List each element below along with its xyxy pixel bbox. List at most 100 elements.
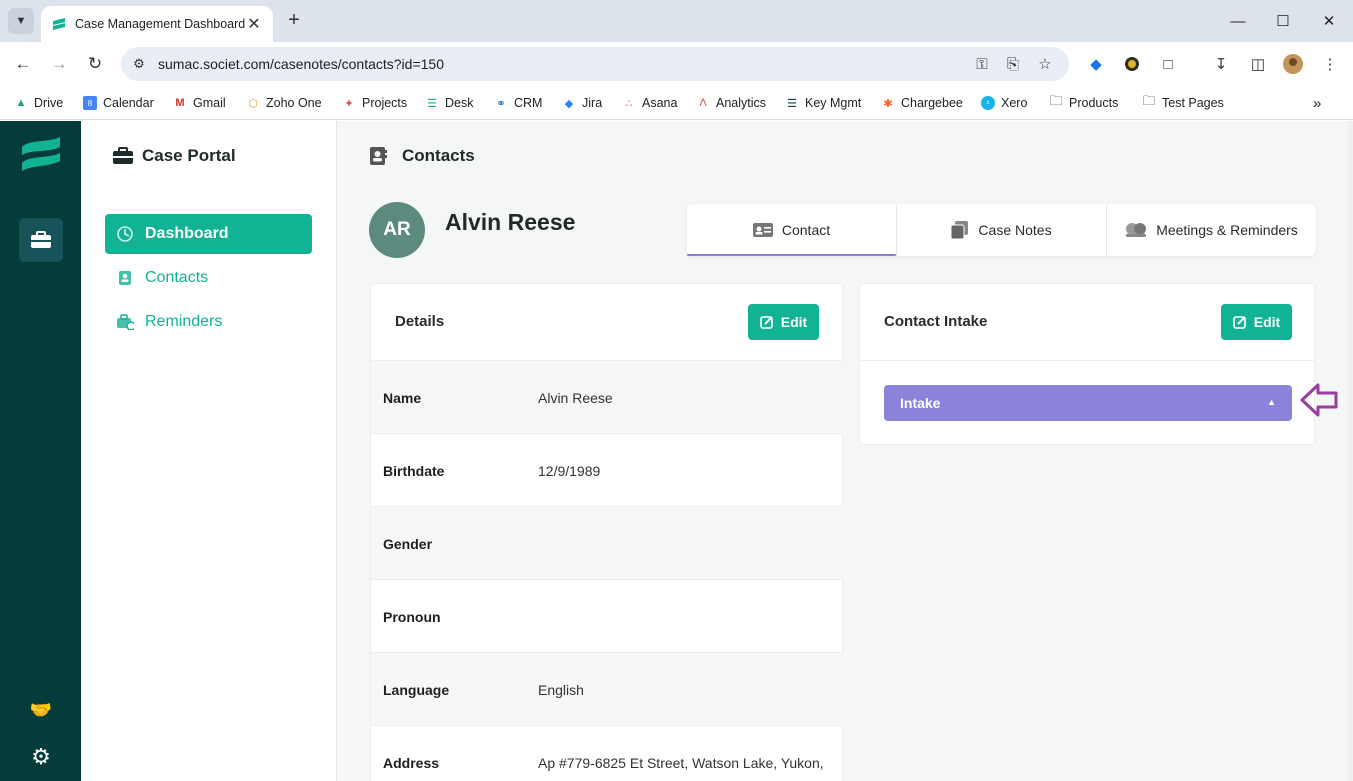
sidebar-item-contacts[interactable]: Contacts bbox=[105, 258, 312, 298]
contact-name: Alvin Reese bbox=[445, 209, 576, 235]
detail-row-name: Name Alvin Reese bbox=[371, 361, 843, 434]
maximize-icon[interactable]: ☐ bbox=[1269, 8, 1297, 34]
bookmark-label: Analytics bbox=[716, 96, 767, 110]
tab-search-chevron-icon[interactable]: ▼ bbox=[8, 8, 34, 34]
reload-icon[interactable]: ↻ bbox=[83, 52, 107, 76]
forward-icon[interactable]: → bbox=[47, 52, 71, 76]
detail-label: Gender bbox=[383, 536, 433, 552]
bookmarks-overflow-icon[interactable]: » bbox=[1313, 93, 1321, 113]
page-title-text: Contacts bbox=[402, 146, 475, 165]
intake-accordion-toggle[interactable]: Intake ▲ bbox=[884, 385, 1292, 421]
details-edit-button[interactable]: Edit bbox=[748, 304, 819, 340]
dashboard-icon bbox=[116, 225, 134, 243]
minimize-icon[interactable]: — bbox=[1224, 8, 1252, 34]
portal-title-text: Case Portal bbox=[142, 146, 236, 165]
sidebar-item-reminders[interactable]: Reminders bbox=[105, 302, 312, 342]
detail-value: Ap #779-6825 Et Street, Watson Lake, Yuk… bbox=[538, 755, 824, 771]
address-bar[interactable]: ⚙ sumac.societ.com/casenotes/contacts?id… bbox=[121, 47, 1069, 81]
bookmark-label: Jira bbox=[582, 96, 603, 110]
bookmark-xero[interactable]: x Xero bbox=[981, 93, 1027, 113]
bookmark-label: Gmail bbox=[193, 96, 226, 110]
tab-close-icon[interactable]: ✕ bbox=[245, 14, 263, 34]
sidebar-item-label: Contacts bbox=[145, 269, 209, 286]
details-card: Details Edit Name Alvin Reese Birthdate … bbox=[370, 283, 843, 781]
bookmark-projects[interactable]: ✦ Projects bbox=[342, 93, 407, 113]
bookmark-label: Projects bbox=[362, 96, 408, 110]
site-info-icon[interactable]: ⚙ bbox=[129, 54, 149, 74]
bookmark-jira[interactable]: ◆ Jira bbox=[562, 93, 602, 113]
side-navigation: Case Portal Dashboard Contacts Reminders bbox=[81, 121, 337, 781]
edit-icon bbox=[759, 316, 773, 329]
calendar-icon: 8 bbox=[83, 96, 97, 110]
settings-gear-icon[interactable]: ⚙ bbox=[28, 744, 54, 770]
intake-section-label: Intake bbox=[900, 395, 941, 411]
bookmark-drive[interactable]: ▲ Drive bbox=[14, 93, 64, 113]
layers-extension-icon[interactable]: ◆ bbox=[1085, 53, 1107, 75]
extension-avatar-icon[interactable] bbox=[1121, 53, 1143, 75]
downloads-icon[interactable]: ↧ bbox=[1210, 53, 1232, 75]
intake-title: Contact Intake bbox=[884, 313, 988, 330]
intake-card-header: Contact Intake Edit bbox=[860, 284, 1314, 361]
install-app-icon[interactable]: ⎘ bbox=[1003, 54, 1023, 74]
contact-tabs: Contact Case Notes Meetings & Reminders bbox=[687, 204, 1316, 256]
browser-tabstrip: ▼ Case Management Dashboard ✕ + — ☐ ✕ bbox=[0, 0, 1353, 42]
briefcase-icon[interactable] bbox=[19, 218, 63, 262]
tab-label: Contact bbox=[781, 222, 831, 238]
handshake-icon[interactable]: 🤝 bbox=[28, 698, 54, 722]
bookmark-products[interactable]: 🗀 Products bbox=[1049, 93, 1118, 113]
intake-edit-button[interactable]: Edit bbox=[1221, 304, 1292, 340]
detail-label: Language bbox=[383, 682, 450, 698]
browser-tab-active[interactable]: Case Management Dashboard ✕ bbox=[41, 6, 273, 42]
side-panel-icon[interactable]: ◫ bbox=[1247, 53, 1269, 75]
bookmark-key-mgmt[interactable]: ☰ Key Mgmt bbox=[785, 93, 861, 113]
app-logo-icon[interactable] bbox=[20, 135, 62, 176]
xero-icon: x bbox=[981, 96, 995, 110]
detail-label: Name bbox=[383, 390, 422, 406]
avatar: AR bbox=[369, 202, 425, 258]
detail-label: Pronoun bbox=[383, 609, 441, 625]
bookmark-calendar[interactable]: 8 Calendar bbox=[83, 93, 154, 113]
chargebee-icon: ✱ bbox=[883, 97, 893, 110]
bookmark-label: Drive bbox=[34, 96, 64, 110]
caret-up-icon: ▲ bbox=[1267, 397, 1276, 407]
desk-icon: ☰ bbox=[427, 97, 437, 110]
bookmark-star-icon[interactable]: ☆ bbox=[1035, 54, 1055, 74]
bookmark-zoho-one[interactable]: ⬡ Zoho One bbox=[246, 93, 321, 113]
url-text[interactable]: sumac.societ.com/casenotes/contacts?id=1… bbox=[158, 56, 444, 72]
portal-title: Case Portal bbox=[113, 146, 236, 166]
contacts-icon bbox=[116, 269, 134, 287]
bookmark-chargebee[interactable]: ✱ Chargebee bbox=[881, 93, 962, 113]
favicon-icon bbox=[53, 18, 65, 30]
briefcase-icon bbox=[113, 147, 133, 164]
bookmark-gmail[interactable]: M Gmail bbox=[173, 93, 226, 113]
detail-label: Birthdate bbox=[383, 463, 445, 479]
back-icon[interactable]: ← bbox=[11, 52, 35, 76]
window-close-icon[interactable]: ✕ bbox=[1315, 8, 1343, 34]
extensions-puzzle-icon[interactable]: □ bbox=[1157, 53, 1179, 75]
page-scrollbar[interactable] bbox=[1348, 121, 1353, 781]
key-mgmt-icon: ☰ bbox=[787, 97, 797, 110]
bookmark-analytics[interactable]: Λ Analytics bbox=[696, 93, 766, 113]
contacts-book-icon bbox=[370, 147, 387, 165]
bookmark-desk[interactable]: ☰ Desk bbox=[425, 93, 473, 113]
password-key-icon[interactable]: ⚿ bbox=[972, 54, 992, 74]
bookmark-asana[interactable]: ∴ Asana bbox=[622, 93, 678, 113]
contact-card-icon bbox=[752, 222, 773, 238]
detail-row-address: Address Ap #779-6825 Et Street, Watson L… bbox=[371, 726, 843, 781]
sidebar-item-dashboard[interactable]: Dashboard bbox=[105, 214, 312, 254]
tab-case-notes[interactable]: Case Notes bbox=[897, 204, 1107, 256]
tab-contact[interactable]: Contact bbox=[687, 204, 897, 256]
new-tab-icon[interactable]: + bbox=[284, 9, 304, 32]
detail-value: 12/9/1989 bbox=[538, 463, 601, 479]
detail-value: English bbox=[538, 682, 584, 698]
bookmark-test-pages[interactable]: 🗀 Test Pages bbox=[1142, 93, 1223, 113]
tab-meetings-reminders[interactable]: Meetings & Reminders bbox=[1107, 204, 1316, 256]
bookmark-crm[interactable]: ⚭ CRM bbox=[494, 93, 542, 113]
profile-avatar[interactable] bbox=[1282, 53, 1304, 75]
browser-menu-icon[interactable]: ⋮ bbox=[1319, 53, 1341, 75]
gmail-icon: M bbox=[175, 97, 185, 109]
projects-icon: ✦ bbox=[344, 97, 354, 110]
drive-icon: ▲ bbox=[15, 97, 27, 109]
sidebar-item-label: Reminders bbox=[145, 313, 223, 330]
bookmark-label: Products bbox=[1069, 96, 1119, 110]
